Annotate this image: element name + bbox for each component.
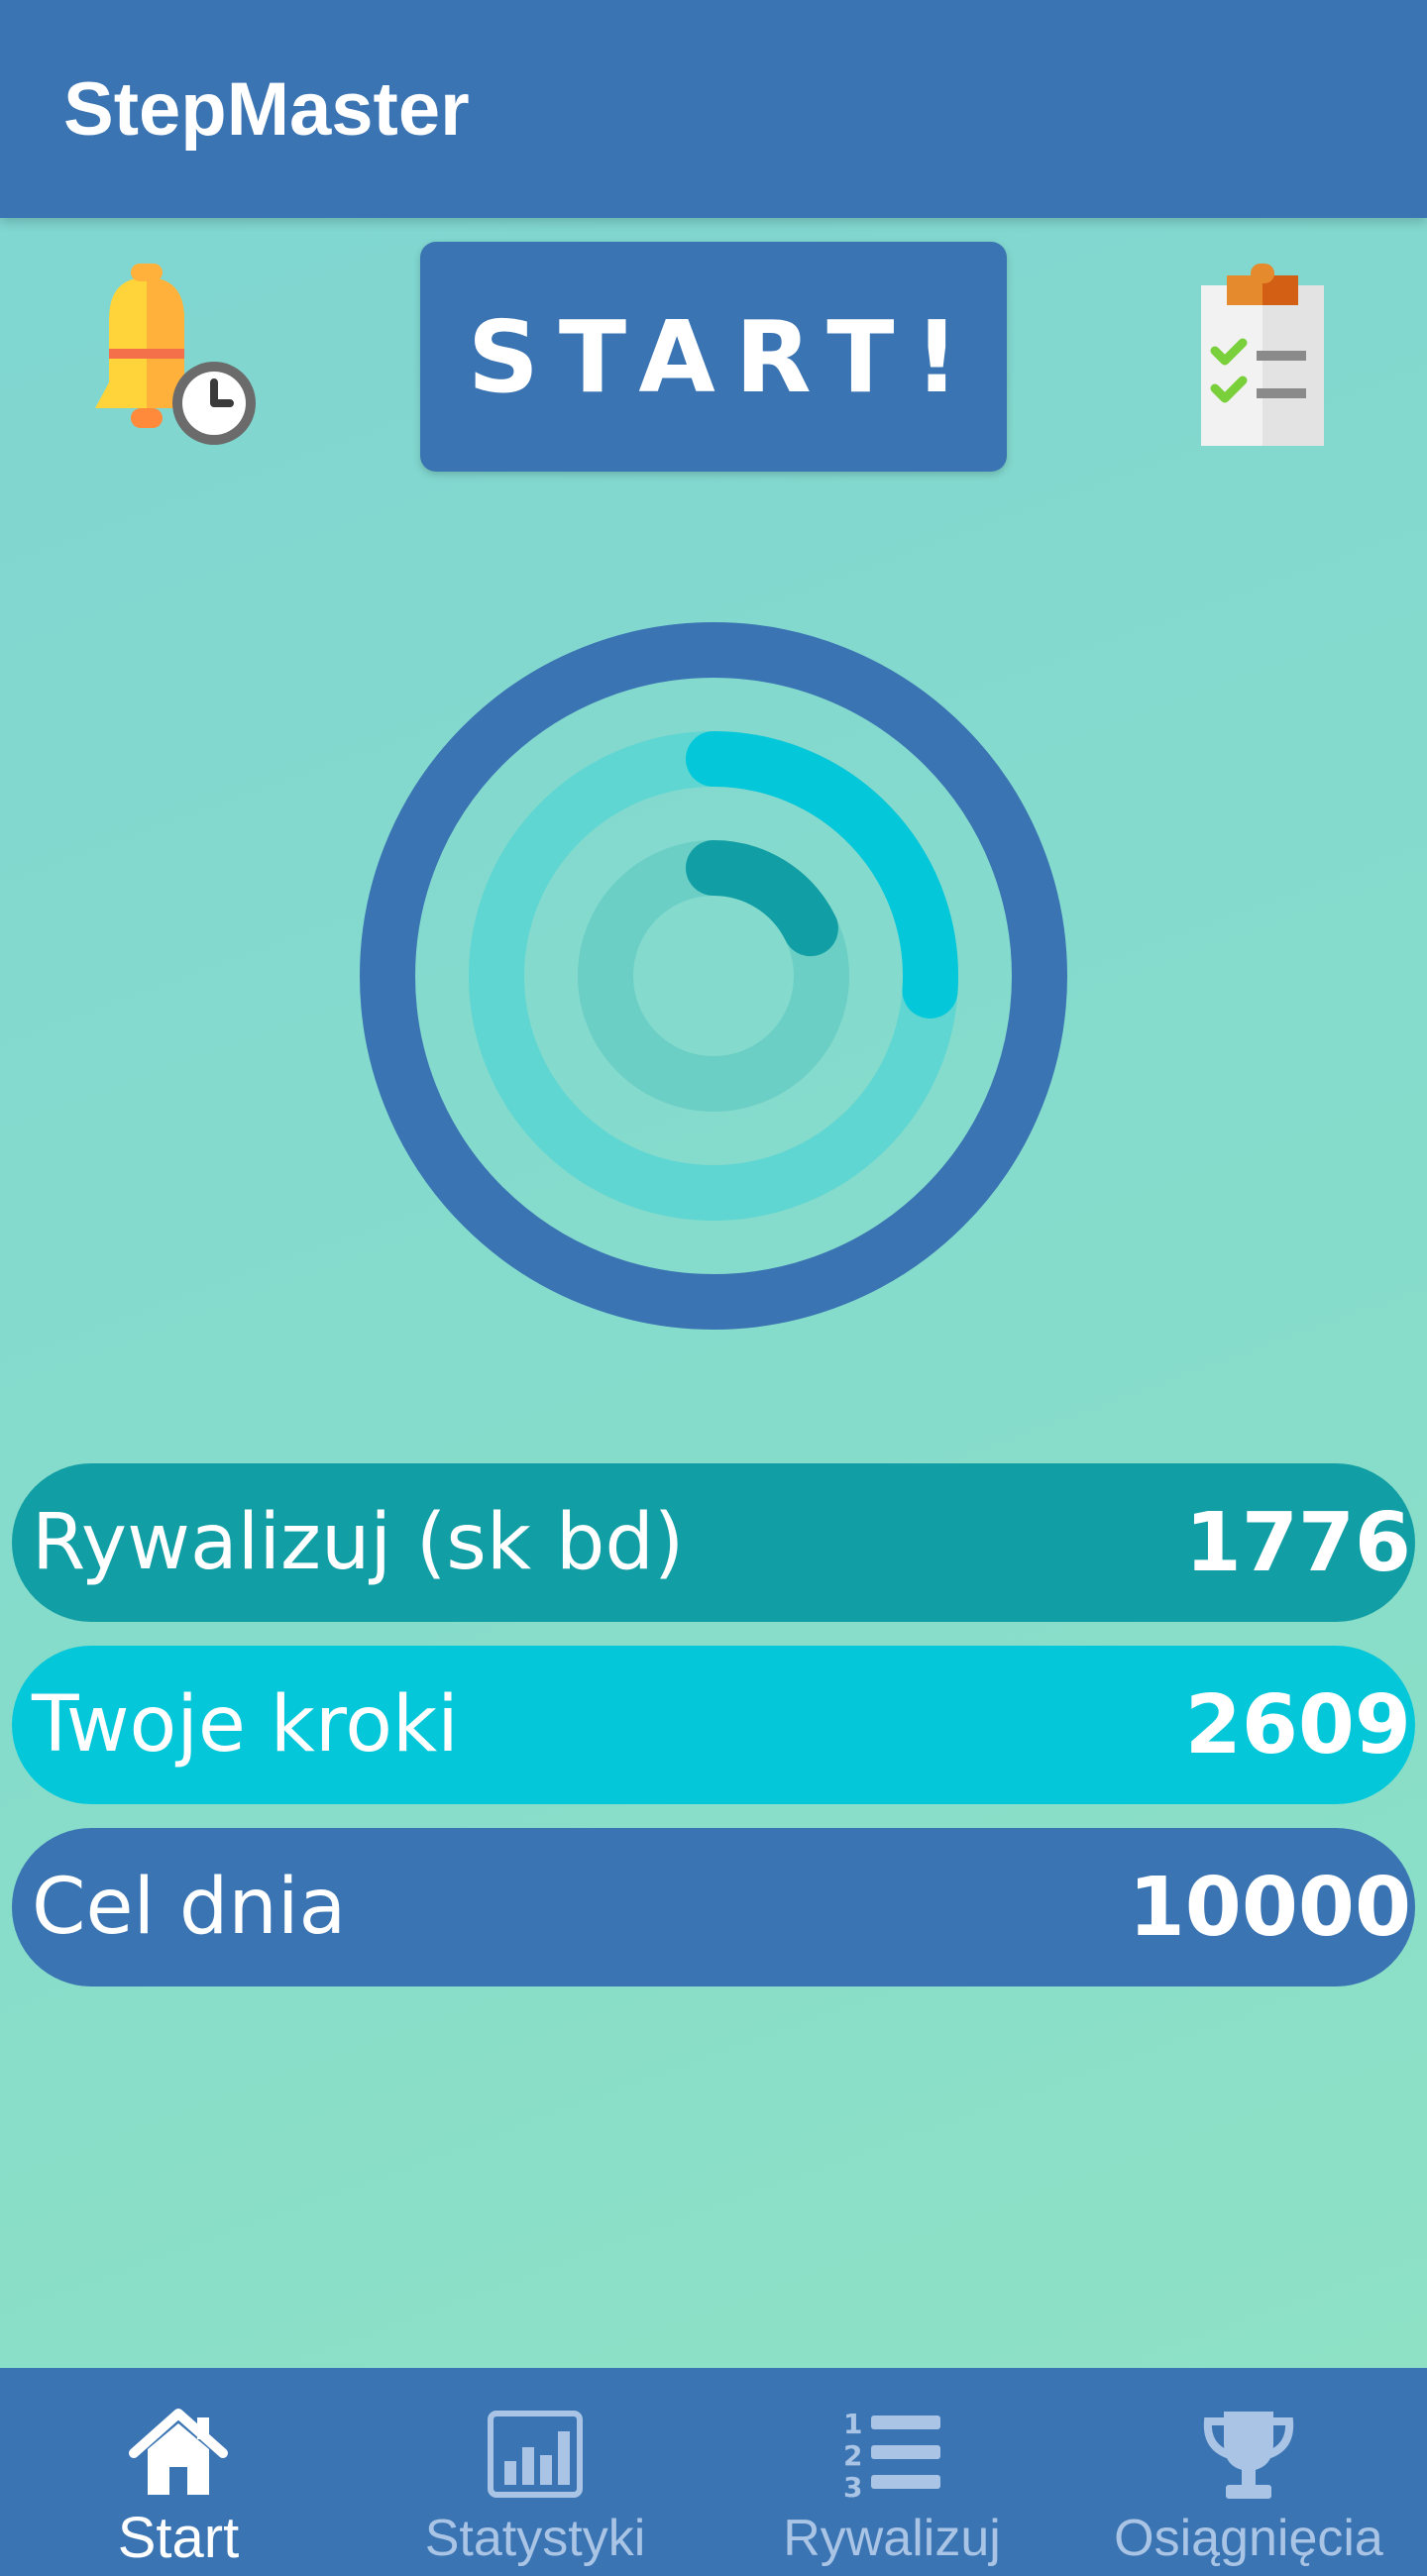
- nav-item-start[interactable]: Start: [0, 2368, 357, 2576]
- reminder-button[interactable]: [65, 260, 264, 464]
- stat-row-compete: Rywalizuj (sk bd) 1776: [12, 1463, 1415, 1622]
- start-button-label: START!: [467, 298, 980, 415]
- nav-label-achievements: Osiągnięcia: [1114, 2510, 1383, 2567]
- home-icon: [129, 2409, 228, 2495]
- stat-row-goal: Cel dnia 10000: [12, 1828, 1415, 1986]
- bar-chart-icon: [488, 2411, 583, 2498]
- stat-label-steps: Twoje kroki: [32, 1680, 459, 1770]
- app-title: StepMaster: [63, 67, 470, 152]
- start-button[interactable]: START!: [420, 242, 1007, 472]
- svg-text:2: 2: [843, 2439, 862, 2472]
- clipboard-checklist-icon: [1201, 264, 1324, 446]
- tasks-button[interactable]: [1185, 260, 1334, 458]
- compete-progress-arc: [686, 840, 838, 957]
- stat-label-compete: Rywalizuj (sk bd): [32, 1498, 685, 1587]
- ranking-list-icon: 1 2 3: [843, 2408, 940, 2504]
- svg-text:3: 3: [843, 2471, 862, 2504]
- trophy-icon: [1203, 2412, 1294, 2499]
- nav-item-statistics[interactable]: Statystyki: [357, 2368, 714, 2576]
- stat-row-steps: Twoje kroki 2609: [12, 1646, 1415, 1804]
- stat-value-steps: 2609: [1184, 1677, 1411, 1772]
- nav-label-statistics: Statystyki: [424, 2510, 646, 2567]
- nav-label-start: Start: [117, 2506, 240, 2570]
- app-bar: StepMaster: [0, 0, 1427, 218]
- svg-text:1: 1: [843, 2408, 862, 2440]
- progress-rings: [357, 619, 1070, 1333]
- nav-label-compete: Rywalizuj: [783, 2510, 1001, 2567]
- stat-value-goal: 10000: [1128, 1860, 1411, 1955]
- stat-label-goal: Cel dnia: [32, 1863, 347, 1952]
- nav-item-compete[interactable]: 1 2 3 Rywalizuj: [714, 2368, 1070, 2576]
- nav-item-achievements[interactable]: Osiągnięcia: [1070, 2368, 1427, 2576]
- stat-value-compete: 1776: [1184, 1495, 1411, 1590]
- bottom-navigation: Start Statystyki 1 2 3 Rywalizuj Osiągni…: [0, 2368, 1427, 2576]
- bell-clock-icon: [95, 264, 256, 464]
